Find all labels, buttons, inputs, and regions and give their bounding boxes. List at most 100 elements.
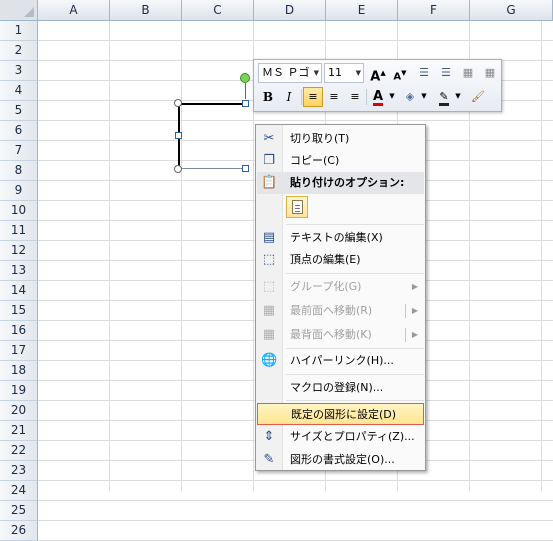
menu-item-bring-to-front[interactable]: ▦ 最前面へ移動(R) ▶ <box>257 300 424 322</box>
row-header[interactable]: 19 <box>0 381 38 401</box>
menu-item-assign-macro[interactable]: マクロの登録(N)... <box>257 377 424 399</box>
column-header-c[interactable]: C <box>182 0 254 21</box>
size-properties-icon: ⇕ <box>263 429 275 444</box>
row-header[interactable]: 4 <box>0 81 38 101</box>
increase-indent-button[interactable]: ☰ <box>436 63 456 83</box>
menu-item-cut[interactable]: ✂ 切り取り(T) <box>257 128 424 150</box>
row-header[interactable]: 25 <box>0 501 38 521</box>
row-header[interactable]: 17 <box>0 341 38 361</box>
fill-color-dropdown[interactable]: ▼ <box>420 87 428 107</box>
scissors-icon: ✂ <box>263 131 275 146</box>
send-backward-button[interactable]: ▦ <box>480 63 500 83</box>
row-header[interactable]: 21 <box>0 421 38 441</box>
column-header-d[interactable]: D <box>254 0 326 21</box>
resize-handle-bottom-right[interactable] <box>242 165 249 172</box>
row-header[interactable]: 18 <box>0 361 38 381</box>
align-center-icon: ≡ <box>329 90 339 103</box>
italic-button[interactable]: I <box>279 87 299 107</box>
grow-font-button[interactable]: A▲ <box>368 63 388 84</box>
chevron-down-icon: ▼ <box>355 69 361 77</box>
font-name-combo[interactable]: ＭＳ Ｐゴ ▼ <box>258 63 322 83</box>
resize-handle-top-left[interactable] <box>174 99 182 107</box>
select-all-corner[interactable] <box>0 0 38 21</box>
paste-option-button[interactable] <box>286 196 308 218</box>
resize-handle-left[interactable] <box>175 132 182 139</box>
rectangle-shape[interactable] <box>178 103 246 169</box>
fill-color-button[interactable]: ◈ <box>400 87 420 107</box>
menu-item-format-shape[interactable]: ✎ 図形の書式設定(O)... <box>257 449 424 471</box>
row-header[interactable]: 13 <box>0 261 38 281</box>
mini-toolbar: ＭＳ Ｐゴ ▼ 11 ▼ A▲ A▼ ☰ ☰ ▦ ▦ B I ≡ ≡ ≡ A ▼ <box>253 59 502 112</box>
column-header-f[interactable]: F <box>398 0 470 21</box>
menu-item-hyperlink[interactable]: 🌐 ハイパーリンク(H)... <box>257 350 424 372</box>
menu-separator <box>286 348 424 349</box>
row-header[interactable]: 8 <box>0 161 38 181</box>
row-header[interactable]: 7 <box>0 141 38 161</box>
row-header[interactable]: 9 <box>0 181 38 201</box>
menu-item-label: 最前面へ移動(R) <box>290 304 373 317</box>
menu-item-set-default-shape[interactable]: 既定の図形に設定(D) <box>257 403 424 425</box>
font-name-value: ＭＳ Ｐゴ <box>262 66 310 79</box>
row-header[interactable]: 24 <box>0 481 38 501</box>
row-header[interactable]: 14 <box>0 281 38 301</box>
row-header[interactable]: 10 <box>0 201 38 221</box>
menu-item-edit-points[interactable]: ⬚ 頂点の編集(E) <box>257 249 424 271</box>
decrease-indent-button[interactable]: ☰ <box>414 63 434 83</box>
rotation-handle[interactable] <box>240 73 250 83</box>
font-color-dropdown[interactable]: ▼ <box>388 87 396 107</box>
align-center-button[interactable]: ≡ <box>324 87 344 107</box>
bold-button[interactable]: B <box>258 87 278 107</box>
font-size-combo[interactable]: 11 ▼ <box>324 63 364 83</box>
column-header-g[interactable]: G <box>470 0 553 21</box>
chevron-down-icon: ▼ <box>421 92 427 100</box>
italic-icon: I <box>286 90 292 104</box>
menu-item-label: テキストの編集(X) <box>290 231 383 244</box>
row-header[interactable]: 12 <box>0 241 38 261</box>
chevron-down-icon: ▼ <box>313 69 319 77</box>
context-menu: ✂ 切り取り(T) ❐ コピー(C) 📋 貼り付けのオプション: ▤ テキストの… <box>255 124 426 471</box>
menu-item-label: マクロの登録(N)... <box>290 381 384 394</box>
format-painter-button[interactable]: 🖌 <box>468 87 488 107</box>
format-shape-icon: ✎ <box>263 452 275 467</box>
hyperlink-icon: 🌐 <box>261 353 278 368</box>
resize-handle-bottom-left[interactable] <box>174 165 182 173</box>
align-left-button[interactable]: ≡ <box>303 87 323 107</box>
font-size-value: 11 <box>328 66 342 79</box>
row-header[interactable]: 23 <box>0 461 38 481</box>
bring-front-icon: ▦ <box>262 303 276 318</box>
menu-item-size-properties[interactable]: ⇕ サイズとプロパティ(Z)... <box>257 426 424 448</box>
group-icon: ⬚ <box>262 279 276 294</box>
row-header[interactable]: 15 <box>0 301 38 321</box>
menu-item-edit-text[interactable]: ▤ テキストの編集(X) <box>257 227 424 249</box>
bring-forward-icon: ▦ <box>462 66 474 79</box>
menu-item-copy[interactable]: ❐ コピー(C) <box>257 150 424 172</box>
menu-item-send-to-back[interactable]: ▦ 最背面へ移動(K) ▶ <box>257 324 424 346</box>
row-header[interactable]: 20 <box>0 401 38 421</box>
row-header[interactable]: 3 <box>0 61 38 81</box>
column-header-a[interactable]: A <box>38 0 110 21</box>
row-header[interactable]: 22 <box>0 441 38 461</box>
column-header-b[interactable]: B <box>110 0 182 21</box>
column-header-e[interactable]: E <box>326 0 398 21</box>
row-header[interactable]: 5 <box>0 101 38 121</box>
menu-item-group[interactable]: ⬚ グループ化(G) ▶ <box>257 276 424 298</box>
menu-separator <box>286 273 424 274</box>
row-header[interactable]: 11 <box>0 221 38 241</box>
shrink-font-button[interactable]: A▼ <box>390 63 410 83</box>
align-right-button[interactable]: ≡ <box>345 87 365 107</box>
line-color-button[interactable]: ✎ <box>434 87 454 107</box>
row-header[interactable]: 26 <box>0 521 38 541</box>
font-color-button[interactable]: A <box>368 87 388 107</box>
row-header[interactable]: 1 <box>0 21 38 41</box>
chevron-down-icon: ▼ <box>389 92 395 100</box>
row-header[interactable]: 6 <box>0 121 38 141</box>
line-color-dropdown[interactable]: ▼ <box>454 87 462 107</box>
bring-forward-button[interactable]: ▦ <box>458 63 478 83</box>
clipboard-icon: 📋 <box>261 175 278 190</box>
pen-icon: ✎ <box>439 91 449 106</box>
row-header[interactable]: 16 <box>0 321 38 341</box>
resize-handle-top-right[interactable] <box>242 100 249 107</box>
format-painter-icon: 🖌 <box>471 90 485 103</box>
row-header[interactable]: 2 <box>0 41 38 61</box>
menu-item-label: 既定の図形に設定(D) <box>291 408 397 421</box>
